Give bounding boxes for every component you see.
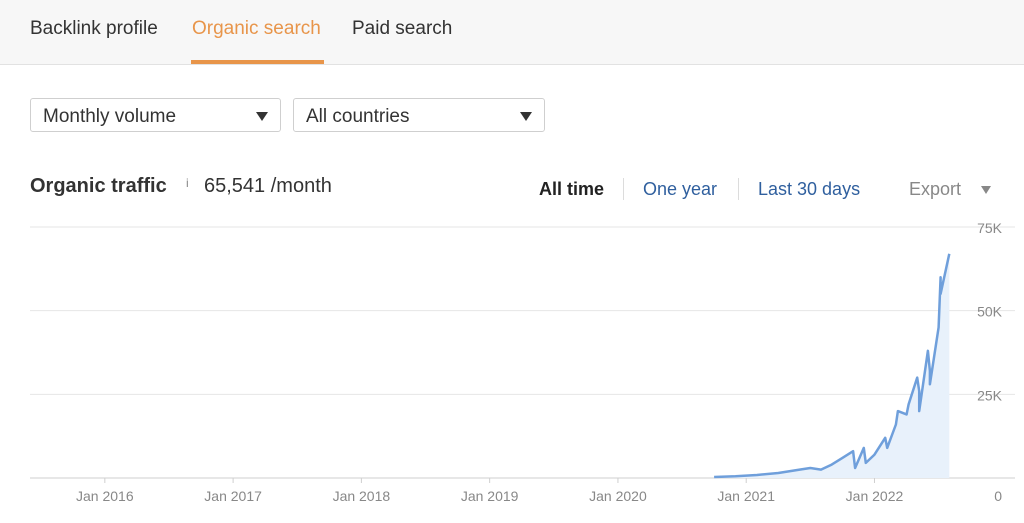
traffic-unit: /month: [270, 175, 332, 197]
traffic-area: [714, 253, 950, 478]
y-tick-label: 25K: [977, 387, 1003, 403]
info-icon[interactable]: i: [186, 176, 189, 190]
divider: [738, 178, 739, 200]
chevron-down-icon[interactable]: [981, 186, 991, 194]
tab-organic-search[interactable]: Organic search: [192, 18, 321, 40]
export-button[interactable]: Export: [909, 179, 961, 200]
x-tick-label: Jan 2022: [846, 488, 904, 504]
volume-select[interactable]: Monthly volume: [30, 98, 281, 132]
chevron-down-icon: [520, 112, 532, 121]
y-tick-label: 50K: [977, 304, 1003, 320]
range-one-year[interactable]: One year: [643, 179, 717, 200]
organic-traffic-title: Organic traffic: [30, 175, 167, 197]
country-select[interactable]: All countries: [293, 98, 545, 132]
traffic-value: 65,541: [204, 175, 266, 197]
active-tab-indicator: [191, 60, 324, 64]
range-last-30-days[interactable]: Last 30 days: [758, 179, 860, 200]
x-tick-label: Jan 2018: [333, 488, 391, 504]
chevron-down-icon: [256, 112, 268, 121]
tab-bar: Backlink profile Organic search Paid sea…: [0, 0, 1024, 65]
y-tick-label: 0: [994, 488, 1002, 504]
x-tick-label: Jan 2020: [589, 488, 647, 504]
y-tick-label: 75K: [977, 220, 1003, 236]
range-all-time[interactable]: All time: [539, 179, 604, 200]
x-tick-label: Jan 2021: [717, 488, 775, 504]
divider: [623, 178, 624, 200]
x-tick-label: Jan 2019: [461, 488, 519, 504]
volume-select-value: Monthly volume: [43, 106, 177, 127]
x-tick-label: Jan 2016: [76, 488, 134, 504]
country-select-value: All countries: [306, 106, 410, 127]
tab-paid-search[interactable]: Paid search: [352, 18, 452, 40]
organic-traffic-chart: 75K 50K 25K 0 Jan 2016 Jan 2017 Jan 2018 Jan 20…: [30, 220, 1015, 504]
tab-backlink-profile[interactable]: Backlink profile: [30, 18, 158, 40]
traffic-metric: 65,541 /month: [204, 175, 332, 198]
x-tick-label: Jan 2017: [204, 488, 262, 504]
